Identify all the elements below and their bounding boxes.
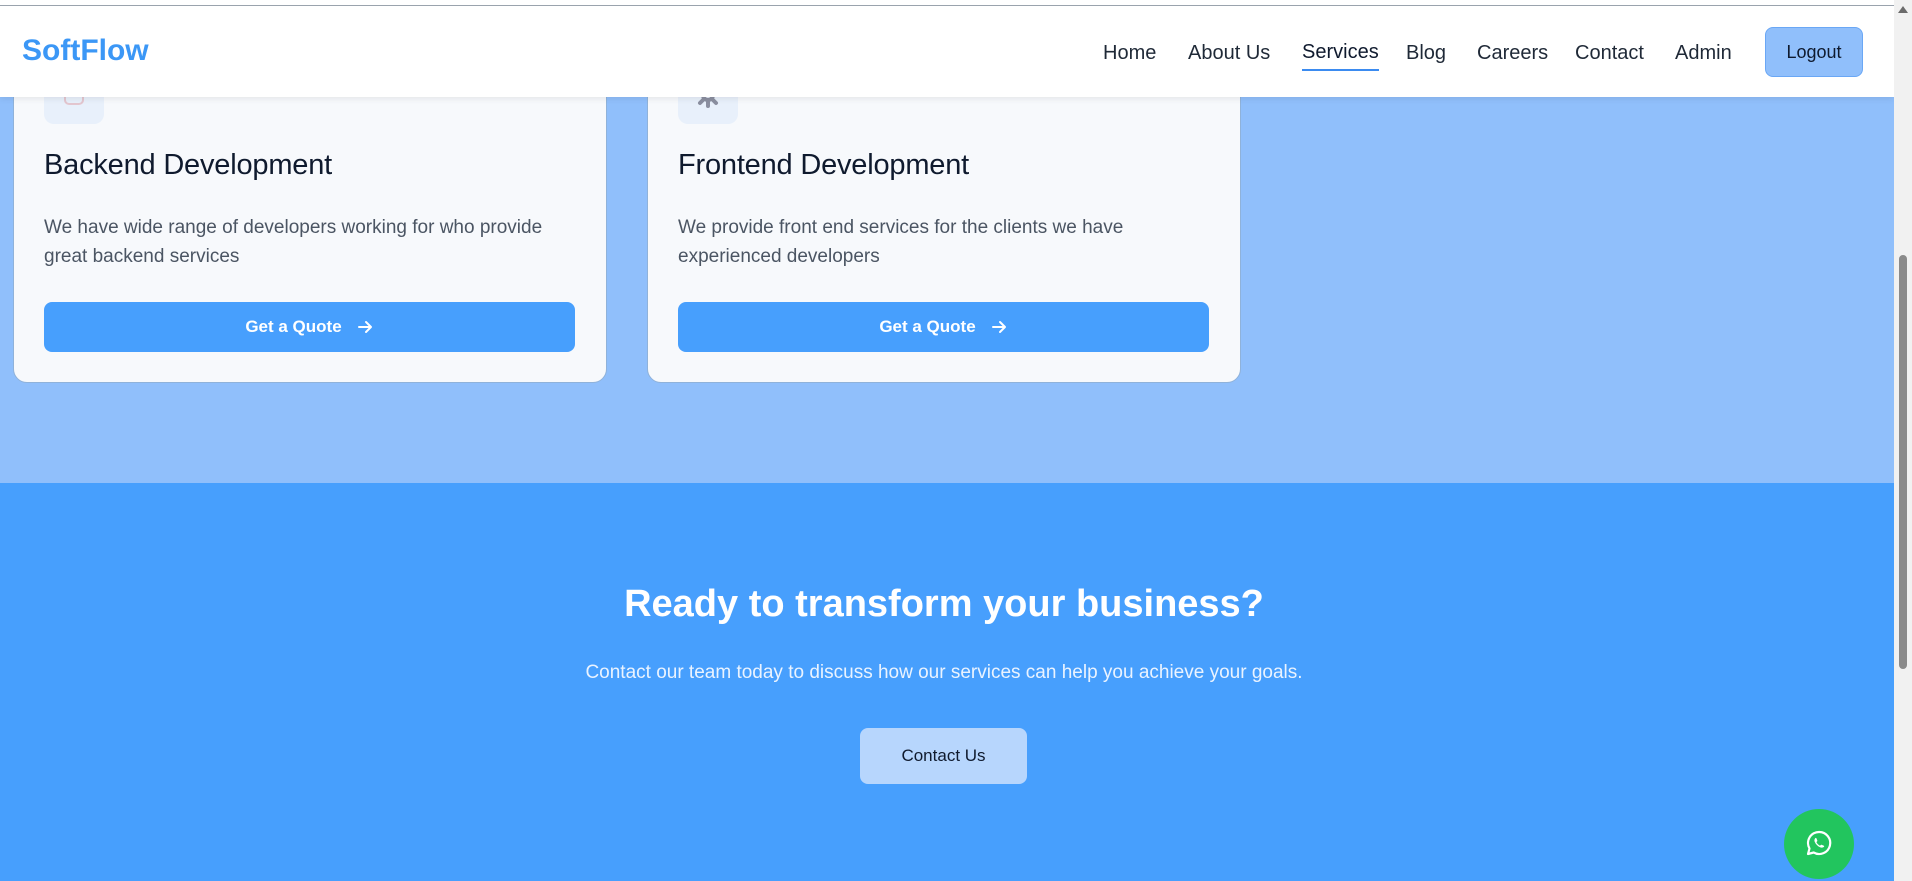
whatsapp-icon [1804,828,1834,861]
service-card-title: Frontend Development [678,149,969,181]
contact-us-button[interactable]: Contact Us [860,728,1027,784]
nav-item-careers[interactable]: Careers [1477,42,1548,65]
arrow-right-icon [990,318,1008,336]
cta-text: Contact our team today to discuss how ou… [585,662,1303,683]
service-card-title: Backend Development [44,149,332,181]
scrollbar-thumb[interactable] [1899,255,1907,669]
cta-title: Ready to transform your business? [624,583,1264,625]
service-card-description: We provide front end services for the cl… [678,217,1124,267]
nav-item-blog[interactable]: Blog [1406,42,1446,65]
get-quote-button[interactable]: Get a Quote [678,302,1209,352]
nav-item-services[interactable]: Services [1302,41,1379,71]
whatsapp-button[interactable] [1784,809,1854,879]
get-quote-label: Get a Quote [879,317,976,336]
cta-section: Ready to transform your business? Contac… [0,483,1894,881]
nav-item-contact[interactable]: Contact [1575,42,1644,65]
window-top-edge [0,0,1894,6]
arrow-right-icon [356,318,374,336]
scroll-up-arrow-icon[interactable] [1898,6,1908,13]
page: Backend Development We have wide range o… [0,0,1912,881]
service-card-description: We have wide range of developers working… [44,217,543,267]
vertical-scrollbar[interactable] [1894,0,1912,881]
nav-item-about-us[interactable]: About Us [1188,42,1270,65]
get-quote-label: Get a Quote [245,317,342,336]
get-quote-button[interactable]: Get a Quote [44,302,575,352]
logout-button[interactable]: Logout [1765,27,1863,77]
nav-item-admin[interactable]: Admin [1675,42,1732,65]
logo[interactable]: SoftFlow [22,34,149,68]
nav-item-home[interactable]: Home [1103,42,1156,65]
navbar: SoftFlow Home About Us Services Blog Car… [0,6,1894,97]
